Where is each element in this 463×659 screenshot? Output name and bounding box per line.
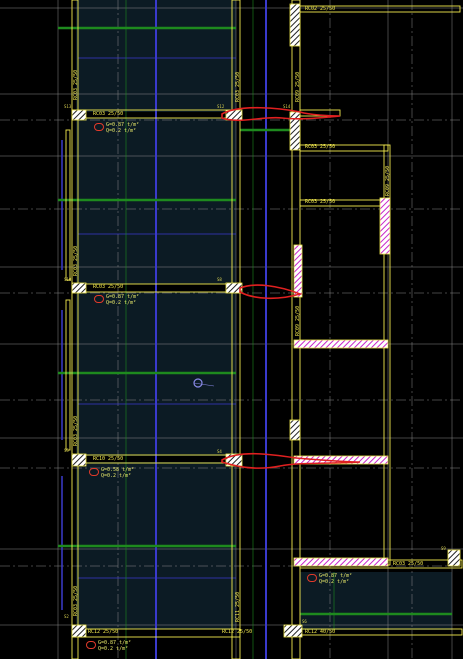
- beam-label-8: RC12 25/50: [222, 629, 253, 635]
- beam-label-top: RC02 25/50: [305, 6, 336, 12]
- beam-label-2: RC03 25/50: [305, 144, 336, 150]
- beam-label-7: RC12 25/50: [88, 629, 119, 635]
- node-label: S13: [64, 104, 72, 109]
- load-q: Q=0.2 t/m²: [106, 128, 137, 134]
- vbeam-label-5: RC03 25/50: [235, 71, 241, 102]
- vbeam-label-2: RC03 25/50: [73, 245, 79, 276]
- beam-label-6: RC03 25/50: [393, 561, 424, 567]
- load-icon: [94, 123, 104, 131]
- beam-label-3: RC03 25/50: [305, 199, 336, 205]
- node-label: S8: [217, 277, 222, 282]
- vbeam-label-7: RC09 25/50: [295, 305, 301, 336]
- load-q: Q=0.2 t/m²: [98, 646, 129, 652]
- vbeam-label-3: RC03 25/50: [73, 415, 79, 446]
- load-diagrams: [221, 106, 361, 469]
- vbeam-label-6: RC09 25/50: [295, 71, 301, 102]
- node-label: S4: [217, 449, 222, 454]
- beam-label-5: RC10 25/50: [93, 456, 124, 462]
- node-label: S6: [302, 619, 307, 624]
- node-label: S5: [64, 448, 69, 453]
- node-label: S12: [217, 104, 225, 109]
- load-icon: [86, 641, 96, 649]
- vbeam-label-9: RC11 25/50: [235, 591, 241, 622]
- vbeam-label-8: RC09 25/50: [385, 165, 391, 196]
- node-label: S14: [283, 104, 291, 109]
- slab-panels: [76, 0, 452, 630]
- vbeam-label-4: RC03 25/50: [73, 585, 79, 616]
- load-icon: [89, 468, 99, 476]
- load-icon: [94, 295, 104, 303]
- load-q: Q=0.2 t/m²: [106, 300, 137, 306]
- load-q: Q=0.2 t/m²: [101, 473, 132, 479]
- load-icon: [307, 574, 317, 582]
- vbeam-label-1: RC03 25/50: [73, 69, 79, 100]
- beam-label-1: RC03 25/50: [93, 111, 124, 117]
- node-label: S2: [64, 614, 69, 619]
- beam-label-9: RC12 40/50: [305, 629, 336, 635]
- node-label: S10: [64, 277, 72, 282]
- beam-label-4: RC03 25/50: [93, 284, 124, 290]
- node-label: S9: [441, 546, 446, 551]
- load-q: Q=0.2 t/m²: [319, 579, 350, 585]
